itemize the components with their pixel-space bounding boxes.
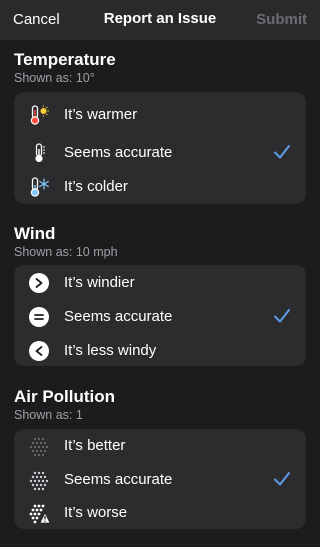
option-label: It’s less windy	[64, 342, 157, 359]
option-wind-less-windy[interactable]: It’s less windy	[14, 334, 306, 368]
thermometer-sun-icon	[30, 105, 49, 125]
section-title-wind: Wind	[14, 224, 56, 243]
option-label: It’s warmer	[64, 106, 138, 123]
less-than-circle-icon	[29, 341, 49, 361]
option-wind-windier[interactable]: It’s windier	[14, 266, 306, 300]
section-subtitle-temperature: Shown as: 10°	[14, 71, 95, 85]
card-wind: It’s windier Seems accurate It’s less wi…	[14, 265, 306, 366]
submit-button[interactable]: Submit	[256, 11, 307, 28]
card-temperature: It’s warmer Seems accurate It’s colder	[14, 92, 306, 204]
option-air-worse[interactable]: It’s worse	[14, 496, 306, 530]
checkmark-icon	[274, 472, 290, 486]
option-temperature-accurate[interactable]: Seems accurate	[14, 136, 306, 170]
option-temperature-colder[interactable]: It’s colder	[14, 170, 306, 204]
option-air-accurate[interactable]: Seems accurate	[14, 463, 306, 497]
dots-dense-icon	[29, 471, 49, 491]
checkmark-icon	[274, 145, 290, 159]
dots-sparse-icon	[30, 438, 48, 456]
option-temperature-warmer[interactable]: It’s warmer	[14, 98, 306, 132]
section-title-temperature: Temperature	[14, 50, 116, 69]
thermometer-snowflake-icon	[30, 177, 49, 197]
thermometer-icon	[35, 143, 45, 163]
dots-warning-icon	[29, 504, 50, 524]
checkmark-icon	[274, 309, 290, 323]
section-title-air-pollution: Air Pollution	[14, 387, 116, 406]
option-label: It’s better	[64, 437, 126, 454]
option-label: Seems accurate	[64, 308, 173, 325]
section-subtitle-air-pollution: Shown as: 1	[14, 408, 83, 422]
section-subtitle-wind: Shown as: 10 mph	[14, 245, 118, 259]
option-label: It’s worse	[64, 504, 128, 521]
navigation-bar: Cancel Report an Issue Submit	[0, 0, 320, 40]
option-label: It’s windier	[64, 274, 135, 291]
option-wind-accurate[interactable]: Seems accurate	[14, 300, 306, 334]
card-air-pollution: It’s better Seems accurate It’s worse	[14, 429, 306, 529]
option-air-better[interactable]: It’s better	[14, 429, 306, 463]
option-label: Seems accurate	[64, 144, 173, 161]
option-label: It’s colder	[64, 178, 128, 195]
option-label: Seems accurate	[64, 471, 173, 488]
equals-circle-icon	[29, 307, 49, 327]
greater-than-circle-icon	[29, 273, 49, 293]
